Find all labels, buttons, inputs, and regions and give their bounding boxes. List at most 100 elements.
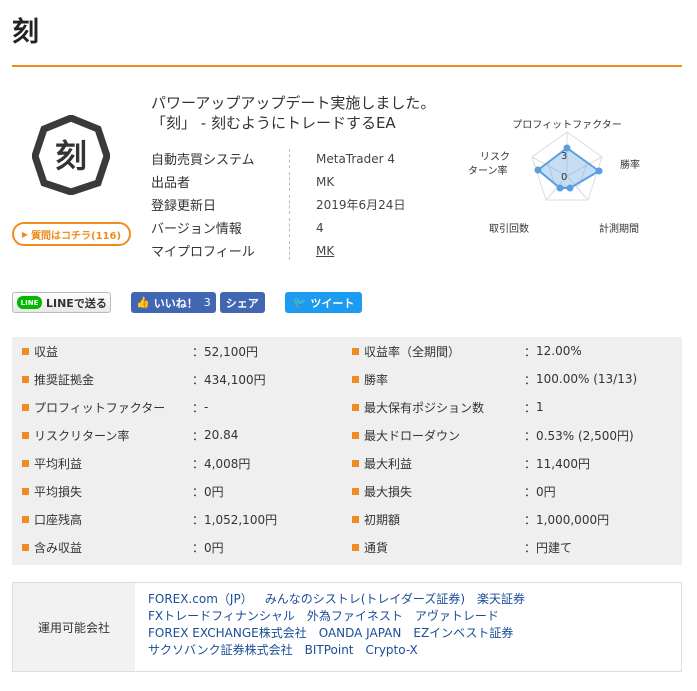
info-value: MK: [316, 174, 335, 189]
stat-value-text: 1,052,100円: [204, 512, 278, 527]
question-button-label: 質問はコチラ(116): [31, 230, 122, 242]
broker-link[interactable]: EZインベスト証券: [413, 626, 513, 640]
stat-value: ： 1,052,100円: [192, 505, 277, 533]
stat-label-text: リスクリターン率: [34, 428, 130, 443]
stat-row: 推奨証拠金： 434,100円 勝率： 100.00% (13/13): [12, 365, 682, 393]
stat-row: 含み収益： 0円 通貨：円建て: [12, 533, 682, 561]
stat-row: 平均損失： 0円 最大損失： 0円: [12, 477, 682, 505]
stat-colon: ：: [524, 484, 537, 499]
info-row: 出品者 MK: [151, 170, 405, 193]
stat-label: 通貨: [352, 533, 388, 561]
info-label: バージョン情報: [151, 222, 242, 237]
broker-list: FOREX.com（JP） みんなのシストレ(トレイダーズ証券) 楽天証券 FXトレー…: [135, 583, 537, 671]
broker-line: FOREX EXCHANGE株式会社 OANDA JAPAN EZインベスト証券: [148, 625, 537, 642]
bullet-icon: [22, 347, 29, 355]
info-row: バージョン情報 4: [151, 216, 405, 239]
stat-value-text: 11,400円: [536, 456, 591, 471]
stat-label-text: 平均損失: [34, 484, 83, 499]
stat-row: プロフィットファクター： - 最大保有ポジション数： 1: [12, 393, 682, 421]
broker-link[interactable]: みんなのシストレ(トレイダーズ証券): [265, 592, 465, 606]
broker-link[interactable]: FXトレードフィナンシャル: [148, 609, 295, 623]
stat-label-text: 収益率（全期間）: [364, 344, 461, 359]
radar-tick-label: 0: [561, 172, 567, 183]
bullet-icon: [352, 403, 359, 411]
stat-colon: ：: [192, 344, 205, 359]
broker-link[interactable]: BITPoint: [305, 643, 354, 657]
broker-link[interactable]: FOREX EXCHANGE株式会社: [148, 626, 307, 640]
stat-value-text: 0.53% (2,500円): [536, 428, 634, 443]
tweet-button[interactable]: 🐦 ツイート: [284, 292, 363, 313]
question-button[interactable]: ▶ 質問はコチラ(116): [12, 222, 131, 246]
info-value: MetaTrader 4: [316, 151, 396, 166]
info-value: 4: [316, 220, 324, 235]
stat-label-text: 収益: [34, 344, 59, 359]
share-buttons: LINE LINEで送る 👍 いいね！ 3 シェア 🐦 ツイート: [12, 292, 363, 314]
stat-colon: ：: [192, 456, 205, 471]
stat-label: 平均損失: [22, 477, 82, 505]
facebook-share-button[interactable]: シェア: [219, 292, 265, 313]
info-label: 登録更新日: [151, 199, 217, 214]
broker-link[interactable]: OANDA JAPAN: [319, 626, 402, 640]
stat-colon: ：: [524, 428, 537, 443]
stat-value: ： 0円: [192, 477, 224, 505]
stat-label-text: 含み収益: [34, 540, 83, 555]
stat-value: ： 100.00% (13/13): [524, 365, 637, 393]
stat-value-text: 1,000,000円: [536, 512, 610, 527]
stat-value-text: 1: [536, 400, 544, 414]
stat-colon: ：: [192, 540, 205, 555]
stat-value: ： 12.00%: [524, 337, 582, 365]
info-label: マイプロフィール: [151, 245, 255, 260]
stat-label-text: 最大利益: [364, 456, 413, 471]
stat-label: 口座残高: [22, 505, 82, 533]
stat-label: 最大損失: [352, 477, 412, 505]
broker-link[interactable]: 楽天証券: [477, 592, 525, 606]
stat-value-text: 434,100円: [204, 372, 266, 387]
stat-label-text: 初期額: [364, 512, 401, 527]
stat-colon: ：: [524, 344, 537, 359]
broker-link[interactable]: Crypto-X: [366, 643, 418, 657]
bullet-icon: [352, 375, 359, 383]
stat-value-text: 100.00% (13/13): [536, 372, 638, 386]
stat-value: ： 434,100円: [192, 365, 266, 393]
line-share-button[interactable]: LINE LINEで送る: [12, 292, 111, 313]
bullet-icon: [352, 487, 359, 495]
divider: [289, 195, 290, 214]
stat-label: 含み収益: [22, 533, 82, 561]
broker-link[interactable]: 外為ファイネスト: [307, 609, 403, 623]
info-value: 2019年6月24日: [316, 198, 406, 212]
info-row: 登録更新日 2019年6月24日: [151, 193, 405, 216]
broker-table: 運用可能会社 FOREX.com（JP） みんなのシストレ(トレイダーズ証券) 楽天…: [12, 582, 682, 672]
stat-colon: ：: [192, 372, 205, 387]
bullet-icon: [22, 431, 29, 439]
divider: [289, 149, 290, 168]
stat-value: ： -: [192, 393, 208, 421]
profile-link[interactable]: MK: [316, 244, 334, 258]
stat-value: ： 1: [524, 393, 544, 421]
bullet-icon: [352, 347, 359, 355]
radar-tick-label: 3: [561, 151, 567, 162]
stat-value: ： 11,400円: [524, 449, 590, 477]
info-row: 自動売買システム MetaTrader 4: [151, 147, 405, 170]
stat-colon: ：: [524, 540, 537, 555]
stat-value-text: 52,100円: [204, 344, 259, 359]
stat-label: 推奨証拠金: [22, 365, 94, 393]
stat-colon: ：: [524, 400, 537, 415]
stats-table: 収益： 52,100円 収益率（全期間）： 12.00% 推奨証拠金： 434,100円勝…: [12, 337, 682, 565]
stat-value: ：円建て: [524, 533, 572, 561]
radar-label-bottom-left: 取引回数: [489, 222, 529, 235]
stat-label: 平均利益: [22, 449, 82, 477]
info-label: 出品者: [151, 176, 191, 191]
bullet-icon: [352, 431, 359, 439]
stat-value-text: 20.84: [204, 428, 239, 442]
broker-link[interactable]: サクソバンク証券株式会社: [148, 643, 293, 657]
broker-link[interactable]: FOREX.com（JP）: [148, 592, 253, 606]
bird-icon: 🐦: [292, 296, 307, 309]
stat-value-text: -: [204, 400, 209, 414]
bullet-icon: [22, 543, 29, 551]
stat-label: 最大利益: [352, 449, 412, 477]
bullet-icon: [22, 403, 29, 411]
facebook-like-button[interactable]: 👍 いいね！ 3: [131, 292, 216, 313]
stat-label-text: 最大損失: [364, 484, 413, 499]
broker-link[interactable]: アヴァトレード: [415, 609, 499, 623]
stat-label-text: 勝率: [364, 372, 389, 387]
